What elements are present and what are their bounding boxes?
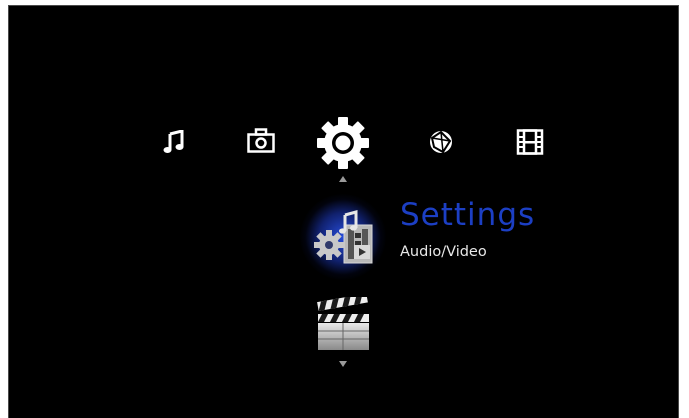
arrow-down-icon[interactable] (339, 361, 347, 367)
settings-audio-video-icon[interactable] (310, 205, 376, 271)
film-strip-icon[interactable] (515, 128, 545, 156)
gear-icon[interactable] (316, 116, 370, 170)
camera-icon[interactable] (245, 126, 277, 156)
selected-item-title: Settings (400, 197, 536, 233)
selected-item-subtitle: Audio/Video (400, 244, 487, 260)
music-note-icon[interactable] (160, 128, 188, 156)
globe-icon[interactable] (427, 128, 455, 156)
arrow-up-icon[interactable] (339, 176, 347, 182)
clapperboard-icon[interactable] (315, 293, 373, 357)
